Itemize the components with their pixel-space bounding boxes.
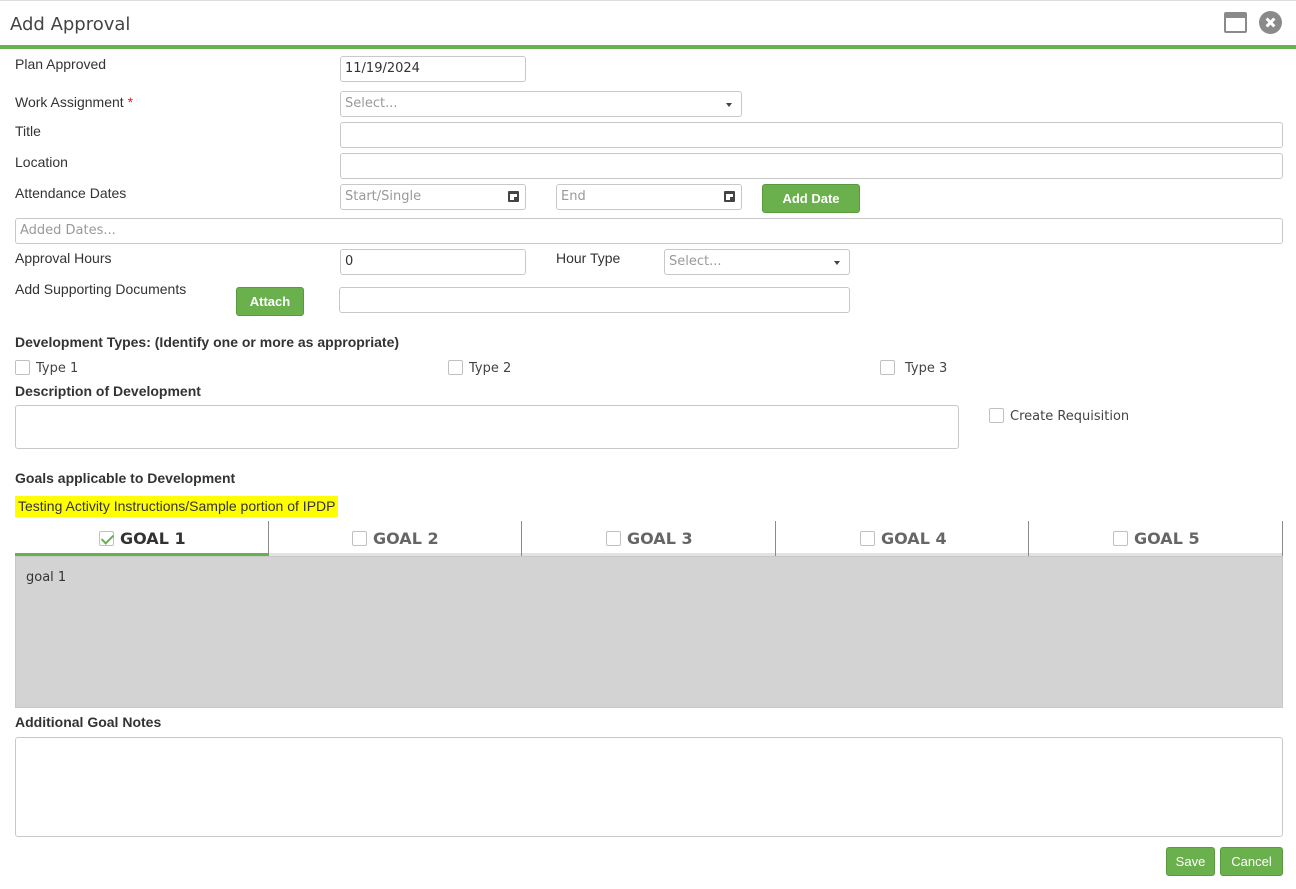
- start-date-placeholder: Start/Single: [345, 189, 422, 204]
- title-input[interactable]: [340, 122, 1283, 148]
- goal-content-panel: goal 1: [15, 556, 1283, 708]
- notes-textarea[interactable]: [15, 737, 1283, 837]
- tab-goal-2-label: GOAL 2: [373, 529, 439, 548]
- end-date-placeholder: End: [561, 189, 586, 204]
- start-date-input[interactable]: Start/Single: [340, 184, 526, 210]
- work-assignment-placeholder: Select...: [345, 96, 398, 111]
- goal-1-checkbox[interactable]: [99, 531, 114, 546]
- type-1-label: Type 1: [36, 361, 79, 376]
- tab-goal-3[interactable]: GOAL 3: [522, 521, 776, 556]
- description-heading: Description of Development: [15, 383, 201, 399]
- work-assignment-label: Work Assignment *: [15, 94, 133, 110]
- development-types-heading: Development Types: (Identify one or more…: [15, 334, 400, 350]
- close-icon[interactable]: [1259, 11, 1282, 34]
- approval-hours-input[interactable]: 0: [340, 249, 526, 275]
- maximize-icon[interactable]: [1224, 12, 1247, 33]
- goal-3-checkbox[interactable]: [606, 531, 621, 546]
- goal-tabs: GOAL 1 GOAL 2 GOAL 3 GOAL 4 GOAL 5: [15, 521, 1283, 556]
- create-requisition-checkbox[interactable]: [989, 408, 1004, 423]
- approval-hours-label: Approval Hours: [15, 250, 112, 266]
- tab-goal-2[interactable]: GOAL 2: [269, 521, 522, 556]
- location-label: Location: [15, 154, 68, 170]
- type-1-checkbox[interactable]: [15, 360, 30, 375]
- required-marker: *: [127, 94, 134, 110]
- end-date-input[interactable]: End: [556, 184, 742, 210]
- dialog-titlebar: Add Approval: [0, 0, 1296, 49]
- add-date-button[interactable]: Add Date: [762, 184, 860, 213]
- plan-approved-label: Plan Approved: [15, 56, 107, 72]
- title-label: Title: [15, 123, 41, 139]
- tab-goal-5[interactable]: GOAL 5: [1029, 521, 1283, 556]
- goal-5-checkbox[interactable]: [1113, 531, 1128, 546]
- calendar-icon[interactable]: [508, 191, 519, 202]
- tab-goal-1-label: GOAL 1: [120, 529, 186, 548]
- tab-goal-3-label: GOAL 3: [627, 529, 693, 548]
- notes-heading: Additional Goal Notes: [15, 714, 162, 730]
- type-3-label: Type 3: [905, 361, 948, 376]
- supporting-docs-label: Add Supporting Documents: [15, 281, 187, 297]
- hour-type-select[interactable]: Select...: [664, 249, 850, 275]
- location-input[interactable]: [340, 153, 1283, 179]
- cancel-button[interactable]: Cancel: [1220, 847, 1283, 876]
- work-assignment-select[interactable]: Select...: [340, 91, 742, 117]
- type-3-checkbox[interactable]: [880, 360, 895, 375]
- tab-goal-4[interactable]: GOAL 4: [776, 521, 1029, 556]
- title-divider: [0, 45, 1296, 49]
- goal-content-text: goal 1: [26, 570, 67, 585]
- goal-4-checkbox[interactable]: [860, 531, 875, 546]
- work-assignment-label-text: Work Assignment: [15, 94, 124, 110]
- dialog-title: Add Approval: [10, 14, 131, 35]
- calendar-icon[interactable]: [724, 191, 735, 202]
- tab-goal-4-label: GOAL 4: [881, 529, 947, 548]
- type-2-checkbox[interactable]: [448, 360, 463, 375]
- create-requisition-label: Create Requisition: [1010, 409, 1130, 424]
- hour-type-placeholder: Select...: [669, 254, 722, 269]
- supporting-docs-input[interactable]: [339, 287, 850, 313]
- tab-goal-1[interactable]: GOAL 1: [15, 521, 269, 556]
- hour-type-label: Hour Type: [556, 250, 621, 266]
- type-2-label: Type 2: [469, 361, 512, 376]
- description-textarea[interactable]: [15, 405, 959, 449]
- attach-button[interactable]: Attach: [236, 287, 304, 316]
- added-dates-field[interactable]: Added Dates...: [15, 218, 1283, 244]
- goal-2-checkbox[interactable]: [352, 531, 367, 546]
- save-button[interactable]: Save: [1166, 847, 1215, 876]
- goals-heading: Goals applicable to Development: [15, 470, 236, 486]
- plan-approved-input[interactable]: 11/19/2024: [340, 56, 526, 82]
- attendance-dates-label: Attendance Dates: [15, 185, 127, 201]
- tab-goal-5-label: GOAL 5: [1134, 529, 1200, 548]
- instructions-highlight: Testing Activity Instructions/Sample por…: [15, 496, 339, 517]
